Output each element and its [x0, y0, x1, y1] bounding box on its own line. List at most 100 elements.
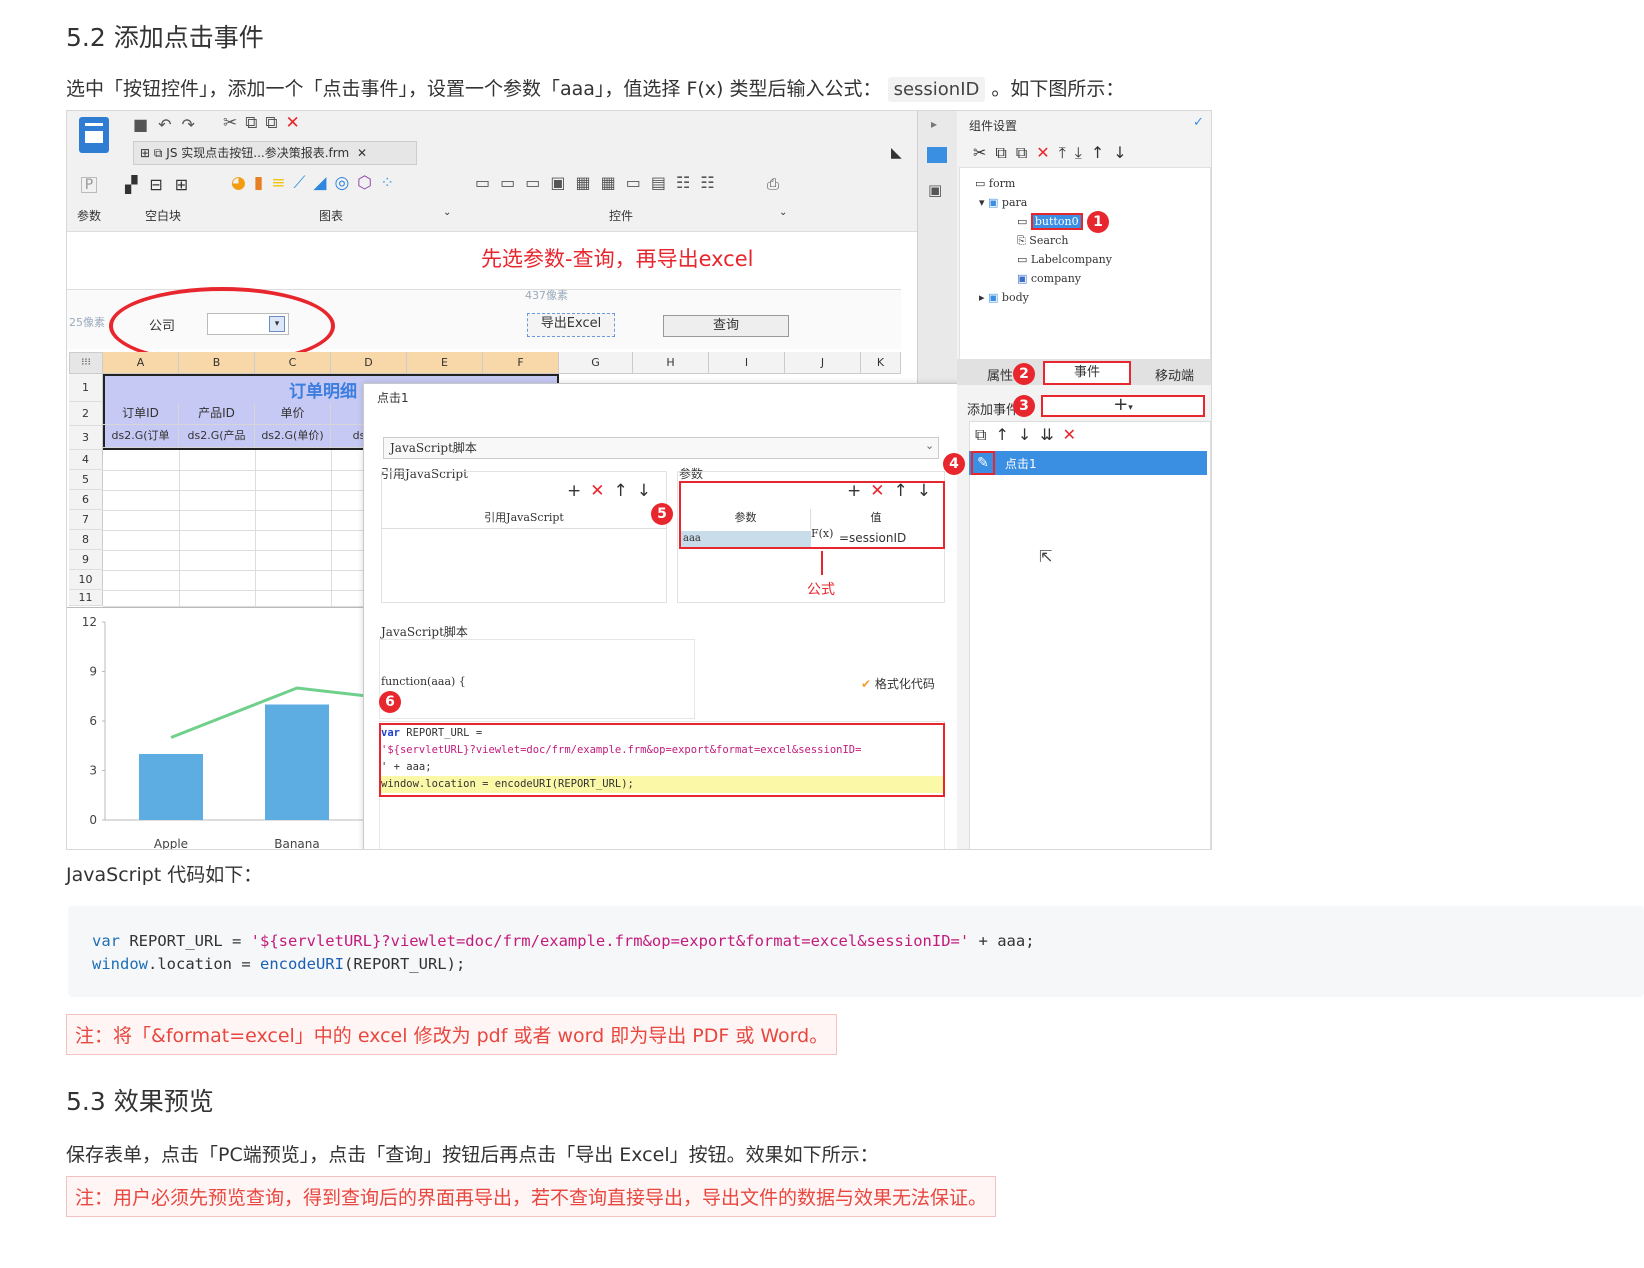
- preview-widget-icon[interactable]: ⎙: [767, 175, 779, 193]
- pin-icon[interactable]: ✓: [1193, 115, 1204, 130]
- column-header[interactable]: H: [633, 352, 709, 374]
- fx-button[interactable]: F(x): [811, 527, 833, 540]
- line-chart-icon[interactable]: ⟋: [293, 173, 313, 193]
- date-widget-icon[interactable]: ▦: [576, 173, 601, 192]
- block-icon-1[interactable]: ▞: [125, 175, 149, 194]
- widget-group-dropdown-icon[interactable]: ⌄: [779, 207, 787, 218]
- bar-line-chart[interactable]: 12 9 6 3 0 Apple Banana: [67, 608, 368, 850]
- row-header[interactable]: 3: [69, 426, 103, 450]
- tree-paste-icon[interactable]: ⧉: [1016, 143, 1036, 162]
- add-param-icon[interactable]: +: [847, 481, 870, 501]
- script-type-select[interactable]: JavaScript脚本: [383, 437, 939, 459]
- event-copy-icon[interactable]: ⧉: [975, 425, 995, 444]
- column-header[interactable]: E: [407, 352, 483, 374]
- scatter-chart-icon[interactable]: ⁘: [380, 173, 402, 193]
- textbox-widget-icon[interactable]: ▭: [525, 173, 550, 192]
- select-chevron-icon[interactable]: ⌄: [925, 439, 934, 452]
- chart-group-dropdown-icon[interactable]: ⌄: [443, 207, 451, 218]
- expand-right-icon[interactable]: ▸: [931, 117, 937, 131]
- tab-events[interactable]: 事件: [1043, 361, 1131, 385]
- data-cell[interactable]: ds2.G(订单: [103, 426, 179, 448]
- cut-icon[interactable]: ✂: [223, 113, 245, 133]
- event-delete-icon[interactable]: ✕: [1063, 425, 1085, 444]
- tree-up-icon[interactable]: ↑: [1091, 143, 1113, 162]
- column-header[interactable]: C: [255, 352, 331, 374]
- column-header[interactable]: K: [861, 352, 901, 374]
- button-widget-icon[interactable]: ▭: [475, 173, 500, 192]
- row-header[interactable]: 8: [69, 530, 103, 550]
- label-widget-icon[interactable]: ▭: [500, 173, 525, 192]
- row-header[interactable]: 6: [69, 490, 103, 510]
- column-header[interactable]: J: [785, 352, 861, 374]
- row-header[interactable]: 10: [69, 570, 103, 590]
- row-header[interactable]: 11: [69, 590, 103, 606]
- remove-param-icon[interactable]: ✕: [870, 481, 893, 501]
- tree-delete-icon[interactable]: ✕: [1036, 143, 1058, 162]
- row-header[interactable]: 2: [69, 402, 103, 426]
- report-title-cell[interactable]: 订单明细: [289, 377, 357, 402]
- query-button[interactable]: 查询: [663, 315, 789, 337]
- event-down-icon[interactable]: ↓: [1018, 425, 1040, 444]
- column-header[interactable]: B: [179, 352, 255, 374]
- param-name-cell[interactable]: aaa: [681, 531, 811, 547]
- move-up-param-icon[interactable]: ↑: [894, 481, 917, 501]
- row-header[interactable]: 5: [69, 470, 103, 490]
- block-icon-3[interactable]: ⊞: [175, 175, 200, 194]
- tree-copy-icon[interactable]: ⧉: [995, 143, 1015, 162]
- tree-top-icon[interactable]: ⤒: [1059, 143, 1075, 162]
- row-header[interactable]: 9: [69, 550, 103, 570]
- pie-chart-icon[interactable]: ◕: [231, 173, 254, 193]
- column-header[interactable]: I: [709, 352, 785, 374]
- row-header[interactable]: 4: [69, 450, 103, 470]
- tree-down-icon[interactable]: ↓: [1113, 143, 1135, 162]
- column-header[interactable]: A: [103, 352, 179, 374]
- file-tab[interactable]: ⊞ ⧉ JS 实现点击按钮...参决策报表.frm ✕: [133, 141, 417, 165]
- save-icon[interactable]: ■: [133, 115, 158, 134]
- move-down-ref-icon[interactable]: ↓: [637, 481, 660, 501]
- hbar-chart-icon[interactable]: ≡: [271, 173, 293, 193]
- header-cell[interactable]: 产品ID: [179, 403, 255, 425]
- widget-panel-icon[interactable]: [927, 147, 947, 163]
- header-cell[interactable]: 订单ID: [103, 403, 179, 425]
- calendar-widget-icon[interactable]: ▦: [601, 173, 626, 192]
- select-all-corner[interactable]: ⁝⁝⁝: [69, 352, 103, 374]
- close-tab-icon[interactable]: ✕: [357, 146, 367, 160]
- tree-node-form[interactable]: ▭ form: [975, 177, 1015, 190]
- add-ref-icon[interactable]: +: [567, 481, 590, 501]
- data-cell[interactable]: ds2.G(单价): [255, 426, 331, 448]
- tree-bottom-icon[interactable]: ⤓: [1075, 143, 1091, 162]
- data-cell[interactable]: ds2.G(产品: [179, 426, 255, 448]
- tab-mobile[interactable]: 移动端: [1155, 365, 1194, 384]
- column-header[interactable]: D: [331, 352, 407, 374]
- row-header[interactable]: 7: [69, 510, 103, 530]
- tree-node-button0[interactable]: ▭ button0: [1017, 213, 1083, 230]
- number-widget-icon[interactable]: ▭: [626, 173, 651, 192]
- row-header[interactable]: 1: [69, 374, 103, 402]
- export-excel-button[interactable]: 导出Excel: [527, 313, 615, 337]
- param-value-cell[interactable]: =sessionID: [839, 531, 906, 545]
- list-widget-icon[interactable]: ▤: [651, 173, 676, 192]
- check-widget-icon[interactable]: ☷: [700, 173, 724, 192]
- edit-pencil-icon[interactable]: ✎: [971, 451, 995, 475]
- gauge-chart-icon[interactable]: ◎: [334, 173, 357, 193]
- redo-icon[interactable]: ↷: [182, 115, 205, 134]
- paste-icon[interactable]: ⧉: [265, 113, 285, 133]
- format-code-action[interactable]: ✔ 格式化代码: [861, 675, 935, 692]
- tree-node-search[interactable]: ⎘ Search: [1017, 234, 1068, 248]
- header-cell[interactable]: 单价: [255, 403, 331, 425]
- bar-chart-icon[interactable]: ▮: [254, 173, 271, 193]
- event-bottom-icon[interactable]: ⇊: [1040, 425, 1062, 444]
- tree-node-company[interactable]: ▣ company: [1017, 272, 1081, 285]
- collapse-icon[interactable]: ◣: [891, 145, 902, 161]
- radar-chart-icon[interactable]: ⬡: [357, 173, 380, 193]
- event-up-icon[interactable]: ↑: [995, 425, 1017, 444]
- tree-cut-icon[interactable]: ✂: [973, 143, 995, 162]
- column-header[interactable]: F: [483, 352, 559, 374]
- move-down-param-icon[interactable]: ↓: [917, 481, 940, 501]
- tree-node-para[interactable]: ▾ ▣ para: [979, 196, 1027, 209]
- mobile-panel-icon[interactable]: ▣: [928, 181, 942, 199]
- tab-properties[interactable]: 属性: [987, 365, 1013, 384]
- combo-widget-icon[interactable]: ▣: [550, 173, 575, 192]
- copy-icon[interactable]: ⧉: [245, 113, 265, 133]
- radio-widget-icon[interactable]: ☷: [676, 173, 700, 192]
